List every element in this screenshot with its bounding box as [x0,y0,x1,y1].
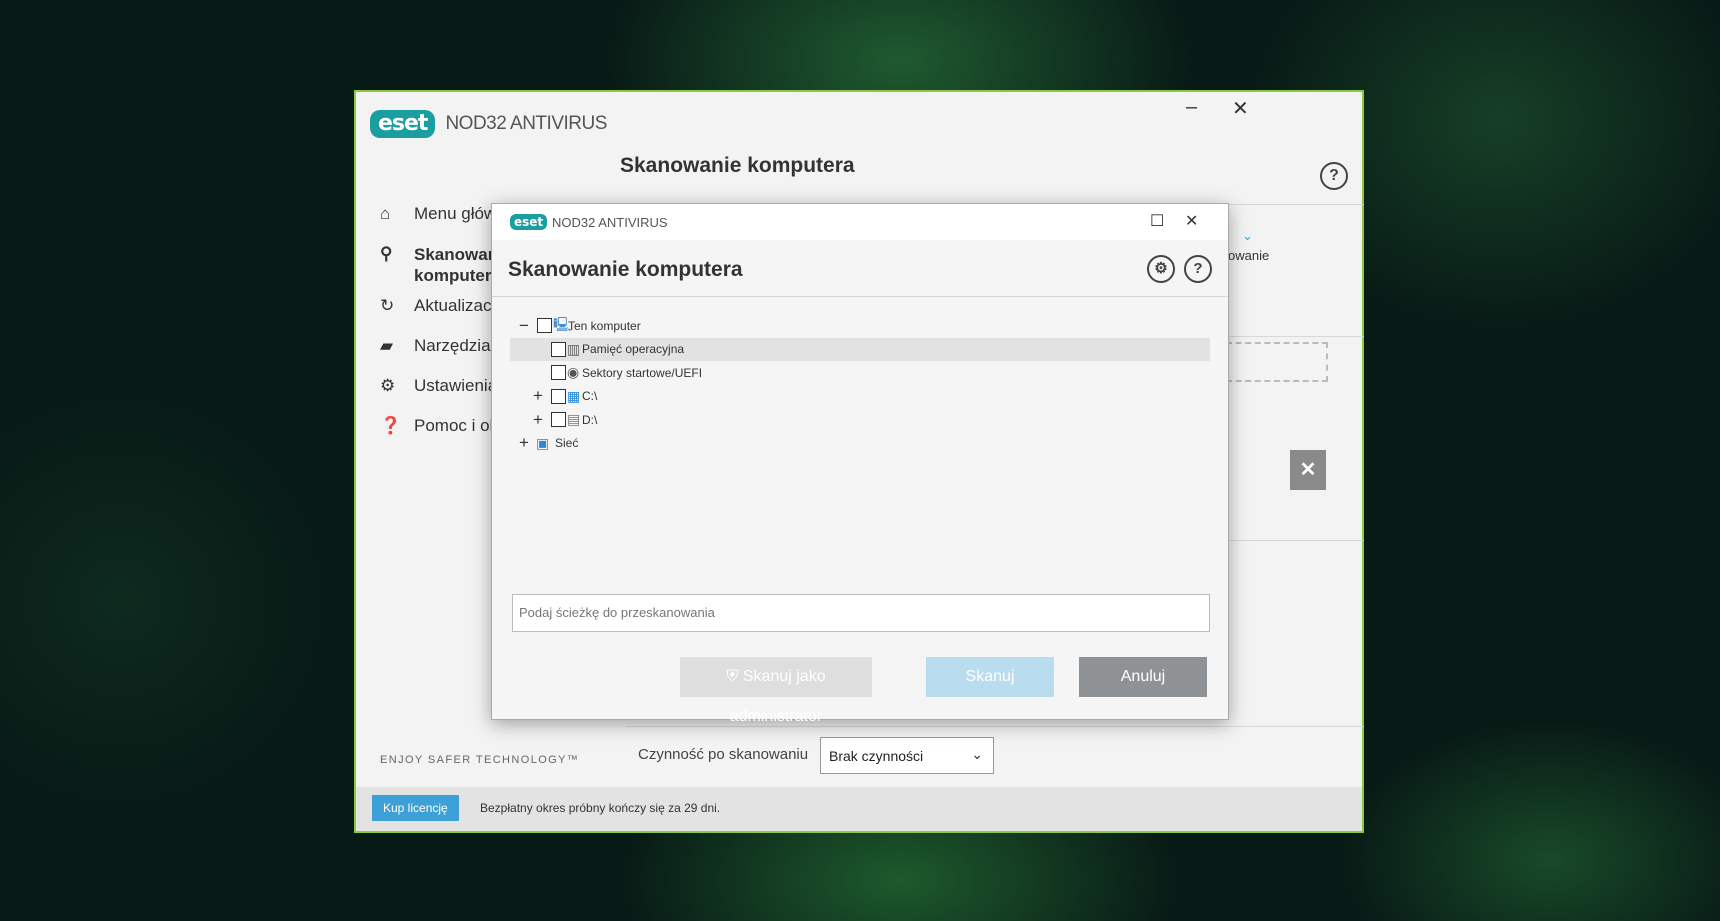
maximize-button[interactable]: ☐ [1150,211,1164,231]
refresh-icon: ↻ [380,296,395,315]
tree-item-label: Sektory startowe/UEFI [582,365,703,380]
search-icon: ⚲ [380,244,393,263]
close-button[interactable]: ✕ [1185,211,1198,231]
dialog-titlebar: eset NOD32 ANTIVIRUS ☐ ✕ [492,204,1228,240]
scan-button[interactable]: Skanuj [926,657,1054,697]
gear-icon[interactable]: ⚙ [1147,255,1175,283]
sidebar-item-label: Skanowan komputera [414,245,501,285]
brand: eset NOD32 ANTIVIRUS [370,110,607,138]
post-scan-select[interactable]: Brak czynności ⌄ [820,737,994,774]
tree-item-network[interactable]: + ▣ Sieć [510,432,1210,456]
close-button[interactable]: ✕ [1232,96,1249,121]
tree-item-label: C:\ [582,389,598,404]
checkbox[interactable] [551,365,566,381]
divider [492,296,1228,297]
gear-icon: ⚙ [380,376,396,395]
sidebar-item-label: Pomoc i ol [414,416,494,435]
help-icon[interactable]: ? [1320,162,1348,190]
post-scan-value: Brak czynności [829,748,924,764]
chevron-down-icon: ⌄ [1242,228,1253,243]
product-name: NOD32 ANTIVIRUS [552,215,668,230]
collapse-icon[interactable]: − [517,316,531,336]
cancel-button[interactable]: Anuluj [1079,657,1207,697]
dialog-title: Skanowanie komputera [508,258,743,281]
scan-as-admin-label: Skanuj jako administrator [729,668,826,725]
question-icon: ❓ [380,416,402,435]
tree-item-label: Ten komputer [568,318,641,333]
product-name: NOD32 ANTIVIRUS [445,113,607,134]
home-icon: ⌂ [380,204,391,223]
tree-item-this-computer[interactable]: − 🖳 Ten komputer [510,314,1210,338]
sidebar-item-label: Aktualizac [414,296,492,315]
tree-item-boot-sectors[interactable]: ◉ Sektory startowe/UEFI [510,361,1210,385]
network-icon: ▣ [536,434,550,451]
drive-icon: ▤ [567,411,581,428]
page-title: Skanowanie komputera [620,154,855,177]
tree-item-label: D:\ [582,412,598,427]
checkbox[interactable] [537,318,552,334]
sidebar-item-label: Narzędzia [414,336,491,355]
footer-bar: Kup licencję Bezpłatny okres próbny końc… [356,787,1362,831]
drop-target[interactable] [1226,342,1328,382]
windows-drive-icon: ▦ [567,387,581,404]
tree-item-label: Pamięć operacyjna [582,342,685,357]
tree-item-drive-d[interactable]: + ▤ D:\ [510,408,1210,432]
trial-status: Bezpłatny okres próbny kończy się za 29 … [480,801,721,815]
checkbox[interactable] [551,388,566,404]
scan-as-admin-button[interactable]: ⛨ Skanuj jako administrator [680,657,872,725]
scan-dialog: eset NOD32 ANTIVIRUS ☐ ✕ Skanowanie komp… [491,203,1229,725]
chevron-down-icon: ⌄ [971,746,983,762]
tree-item-memory[interactable]: ▥ Pamięć operacyjna [510,337,1210,361]
toolbox-icon: ▰ [380,336,394,355]
minimize-button[interactable]: – [1186,96,1197,119]
tagline: ENJOY SAFER TECHNOLOGY™ [380,754,580,766]
scan-target-tree: − 🖳 Ten komputer ▥ Pamięć operacyjna ◉ S… [510,314,1210,455]
sidebar-item-label: Ustawienia [414,376,498,395]
remove-target-button[interactable]: ✕ [1290,450,1326,490]
sidebar-item-label: Menu głów [414,204,497,223]
shield-icon: ⛨ [726,668,739,685]
checkbox[interactable] [551,341,566,357]
disc-icon: ◉ [567,364,580,381]
eset-logo: eset [510,214,548,230]
profile-sublabel: owanie [1228,248,1270,263]
eset-logo: eset [370,110,436,138]
expand-icon[interactable]: + [531,386,545,406]
tree-item-drive-c[interactable]: + ▦ C:\ [510,385,1210,409]
profile-dropdown-fragment[interactable]: ⌄ owanie [1228,228,1270,263]
tree-item-label: Sieć [555,436,579,451]
expand-icon[interactable]: + [517,433,531,453]
checkbox[interactable] [551,412,566,428]
buy-license-button[interactable]: Kup licencję [372,795,459,821]
scan-path-input[interactable]: Podaj ścieżkę do przeskanowania [512,594,1210,632]
memory-icon: ▥ [567,340,581,357]
post-scan-label: Czynność po skanowaniu [638,746,809,763]
help-icon[interactable]: ? [1184,255,1212,283]
expand-icon[interactable]: + [531,410,545,430]
